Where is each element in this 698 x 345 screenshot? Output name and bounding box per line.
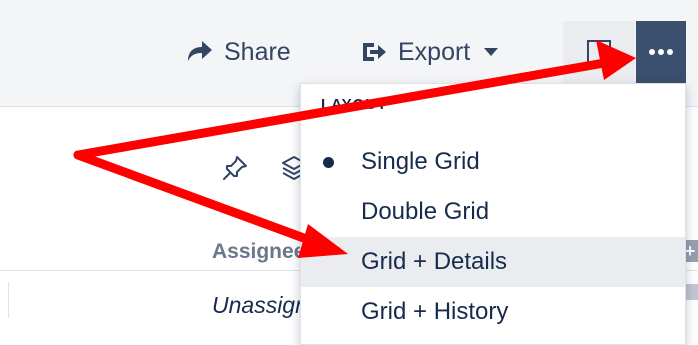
export-label: Export [398, 37, 471, 66]
menu-item-label: Grid + Details [361, 248, 508, 275]
row-handle[interactable] [0, 282, 9, 318]
menu-item-grid-history[interactable]: Grid + History [301, 287, 685, 337]
share-button[interactable]: Share [184, 30, 291, 74]
pin-icon[interactable] [221, 154, 249, 182]
layout-dropdown-menu: LAYOUT Single Grid Double Grid Grid + De… [300, 83, 686, 345]
menu-item-label: Double Grid [361, 198, 490, 225]
share-icon [184, 37, 214, 67]
menu-item-double-grid[interactable]: Double Grid [301, 187, 685, 237]
menu-item-label: Grid + History [361, 298, 509, 325]
menu-item-label: Single Grid [361, 148, 480, 175]
menu-item-single-grid[interactable]: Single Grid [301, 137, 685, 187]
menu-item-grid-details[interactable]: Grid + Details [301, 237, 685, 287]
column-header-assignee[interactable]: Assignee [212, 240, 305, 264]
ellipsis-icon [648, 43, 674, 61]
selected-bullet-icon [323, 157, 334, 168]
square-icon [587, 40, 611, 64]
scrollbar[interactable] [686, 284, 698, 300]
more-options-button[interactable] [636, 21, 686, 83]
share-label: Share [224, 37, 291, 66]
dropdown-section-header: LAYOUT [321, 96, 388, 113]
export-icon [360, 38, 388, 66]
chevron-down-icon [482, 43, 500, 61]
view-toggle-button[interactable] [563, 21, 635, 83]
export-button[interactable]: Export [360, 30, 510, 74]
